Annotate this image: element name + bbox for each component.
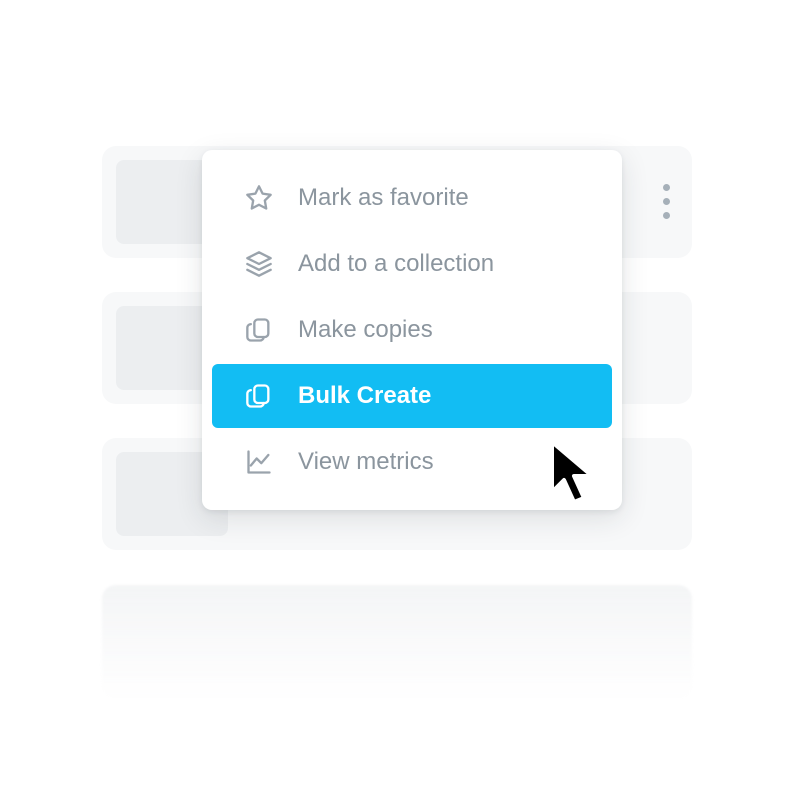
menu-item-label: Mark as favorite (298, 184, 580, 212)
layers-icon (244, 249, 274, 279)
copy-icon (244, 315, 274, 345)
copy-icon (244, 381, 274, 411)
menu-item-bulk-create[interactable]: Bulk Create (212, 364, 612, 428)
star-icon (244, 183, 274, 213)
menu-item-collection[interactable]: Add to a collection (212, 232, 612, 296)
menu-item-label: Bulk Create (298, 382, 580, 410)
menu-item-label: View metrics (298, 448, 580, 476)
menu-item-label: Make copies (298, 316, 580, 344)
kebab-icon[interactable] (663, 184, 670, 219)
chart-icon (244, 447, 274, 477)
menu-item-label: Add to a collection (298, 250, 580, 278)
reflection (102, 585, 692, 699)
menu-item-copies[interactable]: Make copies (212, 298, 612, 362)
menu-item-metrics[interactable]: View metrics (212, 430, 612, 494)
menu-item-favorite[interactable]: Mark as favorite (212, 166, 612, 230)
context-menu: Mark as favorite Add to a collection Mak… (202, 150, 622, 510)
